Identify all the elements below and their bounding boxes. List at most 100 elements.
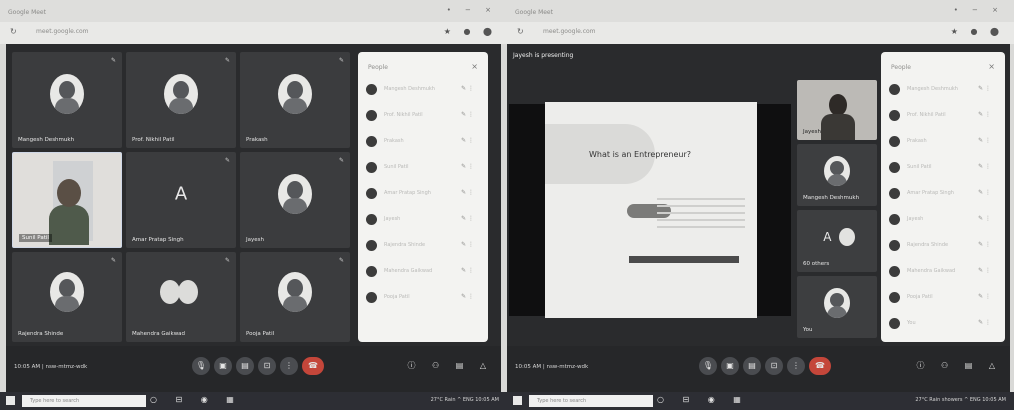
avatar [824, 156, 850, 187]
participant-tile[interactable]: ✎ Jayesh [240, 152, 350, 248]
avatar [50, 74, 84, 115]
browser-tab[interactable]: Google Meet [515, 6, 705, 20]
mic-off-icon[interactable]: ✎ ⋮ [978, 267, 991, 274]
mic-off-icon: ✎ [224, 57, 230, 64]
reload-icon[interactable]: ↻ [517, 27, 524, 36]
taskbar-app-icons[interactable]: ○ ⊟ ◉ ▦ [657, 395, 749, 404]
present-button[interactable]: ⊡ [765, 357, 783, 375]
end-call-button[interactable]: ☎ [302, 357, 324, 375]
window-controls[interactable]: • − × [954, 6, 1004, 14]
mic-off-icon[interactable]: ✎ ⋮ [461, 267, 474, 274]
camera-button[interactable]: ▣ [214, 357, 232, 375]
mic-off-icon[interactable]: ✎ ⋮ [461, 241, 474, 248]
mic-off-icon[interactable]: ✎ ⋮ [978, 215, 991, 222]
participant-tile[interactable]: ✎ Mangesh Deshmukh [12, 52, 122, 148]
windows-taskbar: Type here to search ○ ⊟ ◉ ▦ 27°C Rain ^ … [0, 392, 507, 410]
extension-icons[interactable]: ★ ● ⬤ [444, 27, 497, 36]
window-controls[interactable]: • − × [447, 6, 497, 14]
participant-row[interactable]: Prakash ✎ ⋮ [889, 134, 997, 150]
taskbar-app-icons[interactable]: ○ ⊟ ◉ ▦ [150, 395, 242, 404]
participant-row[interactable]: Prakash ✎ ⋮ [366, 134, 480, 150]
participant-row[interactable]: Rajendra Shinde ✎ ⋮ [366, 238, 480, 254]
participant-tile[interactable]: ✎ Pooja Patil [240, 252, 350, 342]
participant-row[interactable]: Pooja Patil ✎ ⋮ [889, 290, 997, 306]
mic-off-icon[interactable]: ✎ ⋮ [461, 293, 474, 300]
taskbar-search-input[interactable]: Type here to search [529, 395, 653, 407]
mic-off-icon[interactable]: ✎ ⋮ [978, 189, 991, 196]
avatar [366, 188, 377, 199]
mic-button[interactable]: 🎙 [192, 357, 210, 375]
participant-row[interactable]: Rajendra Shinde ✎ ⋮ [889, 238, 997, 254]
captions-button[interactable]: ▤ [236, 357, 254, 375]
participant-row[interactable]: Jayesh ✎ ⋮ [889, 212, 997, 228]
close-icon[interactable]: × [471, 62, 478, 71]
side-tile[interactable]: You [797, 276, 877, 338]
mic-off-icon[interactable]: ✎ ⋮ [461, 189, 474, 196]
participant-tile[interactable]: ✎ Prakash [240, 52, 350, 148]
right-screenshot: Google Meet • − × ↻ meet.google.com ★ ● … [507, 0, 1014, 410]
meeting-side-icons[interactable]: ⓘ ⚇ ▤ △ [916, 360, 1002, 371]
avatar [278, 74, 312, 115]
participant-row-name: Mangesh Deshmukh [384, 86, 435, 92]
participant-row[interactable]: Mangesh Deshmukh ✎ ⋮ [366, 82, 480, 98]
present-button[interactable]: ⊡ [258, 357, 276, 375]
url-text[interactable]: meet.google.com [543, 28, 596, 35]
mic-off-icon[interactable]: ✎ ⋮ [978, 163, 991, 170]
participant-tile[interactable]: ✎ A Amar Pratap Singh [126, 152, 236, 248]
browser-tab[interactable]: Google Meet [8, 6, 198, 20]
mic-off-icon[interactable]: ✎ ⋮ [461, 111, 474, 118]
mic-off-icon[interactable]: ✎ ⋮ [461, 163, 474, 170]
participant-row-name: Sunil Patil [384, 164, 409, 170]
side-tile[interactable]: A 60 others [797, 210, 877, 272]
participant-row[interactable]: Pooja Patil ✎ ⋮ [366, 290, 480, 306]
avatar [889, 188, 900, 199]
meeting-side-icons[interactable]: ⓘ ⚇ ▤ △ [407, 360, 493, 371]
mic-off-icon[interactable]: ✎ ⋮ [978, 319, 991, 326]
windows-start-icon[interactable] [6, 396, 15, 405]
windows-start-icon[interactable] [513, 396, 522, 405]
end-call-button[interactable]: ☎ [809, 357, 831, 375]
mic-off-icon[interactable]: ✎ ⋮ [978, 293, 991, 300]
participant-tile[interactable]: ✎ Prof. Nikhil Patil [126, 52, 236, 148]
participant-name: You [803, 327, 813, 333]
participant-row[interactable]: Prof. Nikhil Patil ✎ ⋮ [889, 108, 997, 124]
participant-row[interactable]: Mangesh Deshmukh ✎ ⋮ [889, 82, 997, 98]
meet-toolbar: 10:05 AM | nsw-mtmz-wdk 🎙 ▣ ▤ ⊡ ⋮ ☎ ⓘ ⚇ … [6, 346, 501, 392]
participant-row[interactable]: Sunil Patil ✎ ⋮ [889, 160, 997, 176]
participant-row[interactable]: Jayesh ✎ ⋮ [366, 212, 480, 228]
participant-row[interactable]: Mahendra Gaikwad ✎ ⋮ [366, 264, 480, 280]
participant-row[interactable]: Mahendra Gaikwad ✎ ⋮ [889, 264, 997, 280]
side-tile-camera[interactable]: Jayesh [797, 80, 877, 140]
mic-off-icon[interactable]: ✎ ⋮ [978, 241, 991, 248]
participant-tile-camera[interactable]: Sunil Patil [12, 152, 122, 248]
participant-tile-group[interactable]: ✎ Mahendra Gaikwad [126, 252, 236, 342]
mic-off-icon[interactable]: ✎ ⋮ [978, 85, 991, 92]
mic-off-icon[interactable]: ✎ ⋮ [978, 111, 991, 118]
participant-row[interactable]: Amar Pratap Singh ✎ ⋮ [366, 186, 480, 202]
meet-grid-view: ✎ Mangesh Deshmukh ✎ Prof. Nikhil Patil … [6, 44, 501, 392]
more-options-button[interactable]: ⋮ [280, 357, 298, 375]
more-options-button[interactable]: ⋮ [787, 357, 805, 375]
participant-row[interactable]: Sunil Patil ✎ ⋮ [366, 160, 480, 176]
url-text[interactable]: meet.google.com [36, 28, 89, 35]
camera-button[interactable]: ▣ [721, 357, 739, 375]
mic-off-icon[interactable]: ✎ ⋮ [461, 137, 474, 144]
mic-button[interactable]: 🎙 [699, 357, 717, 375]
participant-row[interactable]: You ✎ ⋮ [889, 316, 997, 332]
mic-off-icon[interactable]: ✎ ⋮ [978, 137, 991, 144]
close-icon[interactable]: × [988, 62, 995, 71]
mic-off-icon[interactable]: ✎ ⋮ [461, 85, 474, 92]
side-tile[interactable]: Mangesh Deshmukh [797, 144, 877, 206]
system-tray[interactable]: 27°C Rain ^ ENG 10:05 AM [431, 397, 499, 403]
mic-off-icon: ✎ [110, 57, 116, 64]
mic-off-icon[interactable]: ✎ ⋮ [461, 215, 474, 222]
participant-row[interactable]: Amar Pratap Singh ✎ ⋮ [889, 186, 997, 202]
participant-row[interactable]: Prof. Nikhil Patil ✎ ⋮ [366, 108, 480, 124]
avatar [366, 240, 377, 251]
extension-icons[interactable]: ★ ● ⬤ [951, 27, 1004, 36]
taskbar-search-input[interactable]: Type here to search [22, 395, 146, 407]
captions-button[interactable]: ▤ [743, 357, 761, 375]
participant-tile[interactable]: ✎ Rajendra Shinde [12, 252, 122, 342]
reload-icon[interactable]: ↻ [10, 27, 17, 36]
system-tray[interactable]: 27°C Rain showers ^ ENG 10:05 AM [915, 397, 1006, 403]
